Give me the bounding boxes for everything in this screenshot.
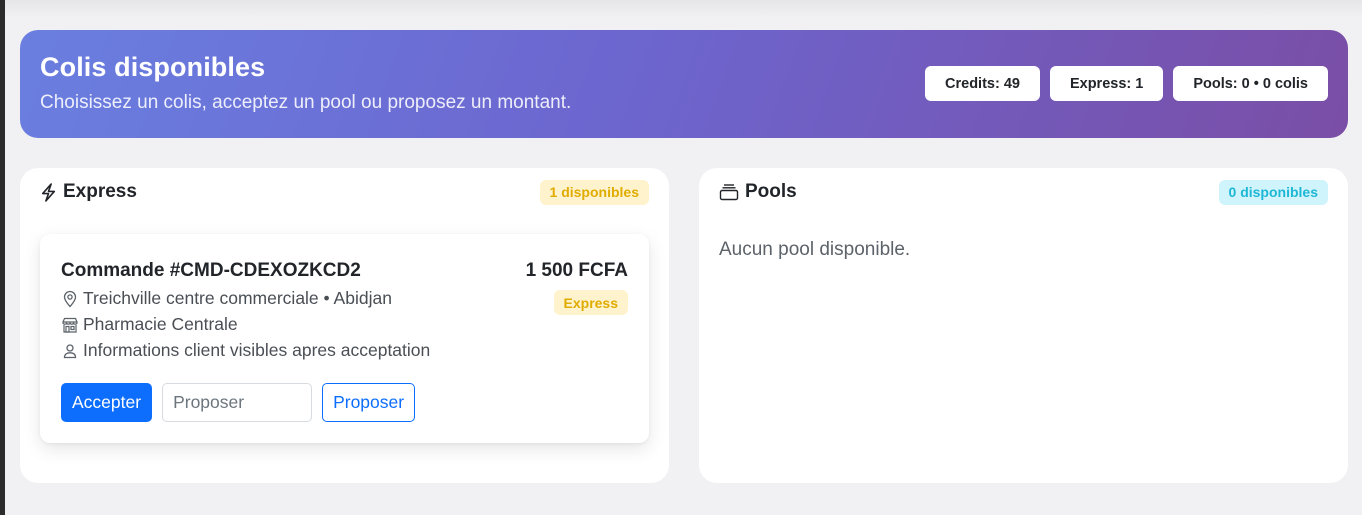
express-panel-title-text: Express xyxy=(63,181,137,202)
stack-icon xyxy=(719,183,739,201)
express-panel-title: Express xyxy=(40,181,137,203)
shop-icon xyxy=(61,316,79,334)
top-shade xyxy=(5,0,1362,18)
order-price: 1 500 FCFA xyxy=(525,260,628,281)
order-title: Commande #CMD-CDEXOZKCD2 xyxy=(61,260,361,281)
page-title: Colis disponibles xyxy=(40,52,266,82)
window-edge xyxy=(0,0,5,515)
pools-panel-header: Pools 0 disponibles xyxy=(719,178,1328,206)
order-type-badge: Express xyxy=(553,290,628,315)
accept-button[interactable]: Accepter xyxy=(61,383,153,422)
pools-panel-title: Pools xyxy=(719,181,797,203)
order-store-text: Pharmacie Centrale xyxy=(83,314,238,334)
pools-panel-title-text: Pools xyxy=(745,181,797,202)
person-icon xyxy=(61,342,79,360)
express-panel: Express 1 disponibles Commande #CMD-CDEX… xyxy=(20,168,669,483)
page-header: Colis disponibles Choisissez un colis, a… xyxy=(20,30,1348,138)
propose-button[interactable]: Proposer xyxy=(322,383,416,422)
summary-badges: Credits: 49 Express: 1 Pools: 0 • 0 coli… xyxy=(925,66,1328,101)
pools-count-badge: Pools: 0 • 0 colis xyxy=(1173,66,1328,101)
pools-empty-message: Aucun pool disponible. xyxy=(719,239,911,260)
order-location-text: Treichville centre commerciale • Abidjan xyxy=(83,288,392,308)
page-subtitle: Choisissez un colis, acceptez un pool ou… xyxy=(40,92,572,113)
express-panel-header: Express 1 disponibles xyxy=(40,178,649,206)
proposal-amount-input[interactable] xyxy=(162,383,313,422)
express-count-badge: Express: 1 xyxy=(1049,66,1164,101)
lightning-icon xyxy=(40,182,57,202)
express-available-badge: 1 disponibles xyxy=(539,179,649,205)
map-pin-icon xyxy=(61,290,79,308)
order-location: Treichville centre commerciale • Abidjan xyxy=(61,288,392,309)
order-actions: Accepter Proposer xyxy=(61,383,416,422)
order-client-note-text: Informations client visibles apres accep… xyxy=(83,340,431,360)
pools-panel: Pools 0 disponibles Aucun pool disponibl… xyxy=(699,168,1348,483)
order-store: Pharmacie Centrale xyxy=(61,314,238,335)
pools-available-badge: 0 disponibles xyxy=(1218,179,1328,205)
order-card: Commande #CMD-CDEXOZKCD2 1 500 FCFA Expr… xyxy=(40,234,649,443)
order-client-note: Informations client visibles apres accep… xyxy=(61,340,430,361)
credits-badge: Credits: 49 xyxy=(925,66,1040,101)
